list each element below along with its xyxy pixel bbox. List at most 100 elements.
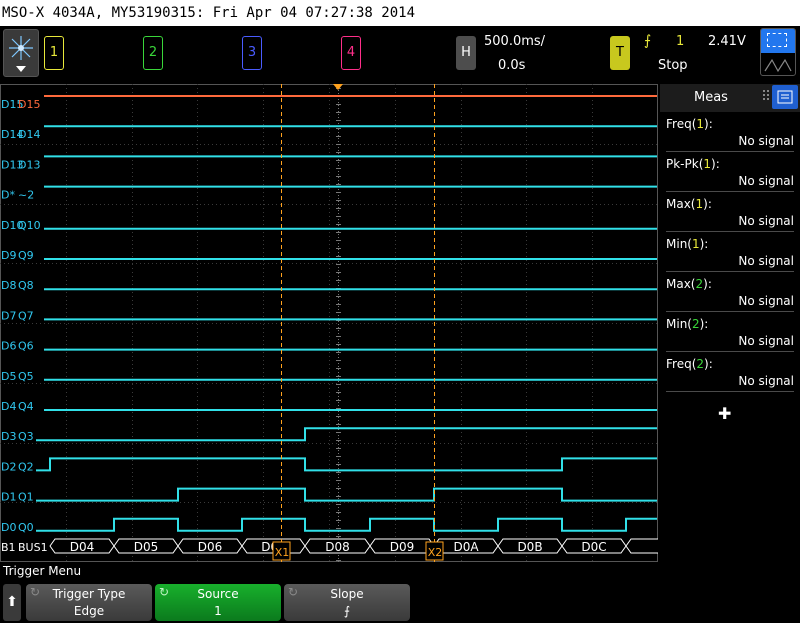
up-arrow-icon: ⬆ [6, 594, 18, 610]
bus-value: D08 [325, 540, 350, 554]
meas-name: Freq(1): [666, 117, 713, 131]
bus-value: D0B [517, 540, 542, 554]
slope-value: ⨍ [343, 604, 351, 618]
meas-item[interactable]: Freq(1): No signal [666, 114, 794, 152]
add-measurement-button[interactable]: ✚ [718, 404, 731, 423]
measurement-panel: Meas Freq(1): No signal Pk-Pk(1): No signal… [660, 84, 800, 562]
trigger-source: 1 [676, 34, 685, 49]
meas-name: Min(2): [666, 317, 709, 331]
trigger-level: 2.41V [708, 34, 746, 49]
zoom-box-icon [761, 29, 795, 53]
meas-item[interactable]: Max(2): No signal [666, 274, 794, 312]
cursor-label: X2 [428, 546, 443, 559]
digital-channel-tag[interactable]: D2 [1, 460, 16, 473]
back-up-button[interactable]: ⬆ [3, 584, 21, 621]
meas-name: Max(2): [666, 277, 712, 291]
channel-4-button[interactable]: 4 [341, 36, 361, 70]
meas-value: No signal [738, 254, 794, 268]
meas-name: Max(1): [666, 197, 712, 211]
digital-channel-label: Q10 [18, 219, 41, 232]
keysight-logo-button[interactable] [3, 29, 39, 77]
starburst-logo-icon [9, 36, 33, 72]
digital-channel-label: D14 [18, 128, 40, 141]
meas-tab-header: Meas [660, 84, 800, 112]
digital-channel-label: Q9 [18, 249, 34, 262]
waveform-display[interactable]: D15D15D14D14D13D13D* ~2D10Q10D9 Q9D8 Q8D7 Q7… [0, 84, 658, 562]
cursor-label: X1 [275, 546, 290, 559]
delay-value: 0.0s [498, 58, 526, 73]
digital-channel-label: Q3 [18, 430, 34, 443]
rising-edge-icon: ⨍ [644, 33, 652, 49]
digital-channel-label: Q8 [18, 279, 34, 292]
meas-value: No signal [738, 134, 794, 148]
title-bar: MSO-X 4034A, MY53190315: Fri Apr 04 07:2… [0, 0, 800, 26]
digital-channel-tag[interactable]: D9 [1, 249, 16, 262]
trigger-type-value: Edge [73, 604, 105, 618]
digital-channel-label: Q2 [18, 460, 34, 473]
bus-value: D0C [581, 540, 606, 554]
waveform-gesture-icon [764, 58, 792, 73]
digital-channel-label: Q7 [18, 309, 34, 322]
digital-channel-tag[interactable]: D* [1, 189, 15, 202]
meas-value: No signal [738, 174, 794, 188]
digital-channel-label: ~2 [18, 189, 34, 202]
acquisition-status: Stop [658, 58, 688, 73]
meas-name: Freq(2): [666, 357, 713, 371]
digital-channel-tag[interactable]: D6 [1, 340, 16, 353]
bus-tag[interactable]: B1 [1, 541, 16, 554]
digital-channel-label: D15 [18, 98, 40, 111]
digital-channel-label: Q6 [18, 340, 34, 353]
digital-channel-tag[interactable]: D5 [1, 370, 16, 383]
meas-item[interactable]: Min(2): No signal [666, 314, 794, 352]
top-status-bar: 1 2 3 4 H 500.0ms/ 0.0s T ⨍ 1 2.41V Stop [0, 26, 800, 84]
channel-2-button[interactable]: 2 [143, 36, 163, 70]
digital-channel-tag[interactable]: D1 [1, 491, 16, 504]
digital-channel-tag[interactable]: D4 [1, 400, 16, 413]
menu-title: Trigger Menu [3, 564, 82, 578]
bus-value: D04 [70, 540, 95, 554]
source-value: 1 [214, 604, 222, 618]
digital-channel-tag[interactable]: D0 [1, 521, 16, 534]
bus-value: D0A [453, 540, 479, 554]
drag-handle-icon[interactable] [762, 88, 770, 108]
trigger-button[interactable]: T [610, 36, 630, 70]
bus-value: D05 [134, 540, 159, 554]
horizontal-button[interactable]: H [456, 36, 476, 70]
meas-value: No signal [738, 214, 794, 228]
bus-label: BUS1 [18, 541, 48, 554]
bus-value: D06 [198, 540, 223, 554]
touch-mode-button[interactable] [760, 28, 796, 76]
digital-channel-label: Q4 [18, 400, 34, 413]
meas-tab[interactable]: Meas [694, 90, 728, 105]
softkey-bar: Trigger Menu ⬆ ↻ Trigger Type Edge ↻ Sou… [0, 562, 800, 623]
digital-channel-label: D13 [18, 158, 40, 171]
channel-1-button[interactable]: 1 [44, 36, 64, 70]
digital-channel-tag[interactable]: D8 [1, 279, 16, 292]
digital-channel-label: Q1 [18, 491, 34, 504]
meas-item[interactable]: Min(1): No signal [666, 234, 794, 272]
digital-channel-tag[interactable]: D7 [1, 309, 16, 322]
trigger-type-label: Trigger Type [52, 587, 126, 601]
source-label: Source [197, 587, 239, 601]
panel-menu-button[interactable] [772, 85, 798, 109]
meas-value: No signal [738, 334, 794, 348]
digital-channel-tag[interactable]: D3 [1, 430, 16, 443]
digital-channel-label: Q5 [18, 370, 34, 383]
meas-value: No signal [738, 294, 794, 308]
source-softkey[interactable]: ↻ Source 1 [155, 584, 281, 621]
trigger-type-softkey[interactable]: ↻ Trigger Type Edge [26, 584, 152, 621]
meas-name: Min(1): [666, 237, 709, 251]
channel-3-button[interactable]: 3 [242, 36, 262, 70]
meas-item[interactable]: Max(1): No signal [666, 194, 794, 232]
meas-item[interactable]: Pk-Pk(1): No signal [666, 154, 794, 192]
digital-channel-label: Q0 [18, 521, 34, 534]
meas-name: Pk-Pk(1): [666, 157, 720, 171]
slope-label: Slope [330, 587, 364, 601]
bus-value: D09 [390, 540, 415, 554]
timebase-value: 500.0ms/ [484, 34, 546, 49]
meas-item[interactable]: Freq(2): No signal [666, 354, 794, 392]
list-menu-icon [777, 90, 793, 104]
slope-softkey[interactable]: ↻ Slope ⨍ [284, 584, 410, 621]
bus-segment [625, 538, 658, 554]
meas-value: No signal [738, 374, 794, 388]
